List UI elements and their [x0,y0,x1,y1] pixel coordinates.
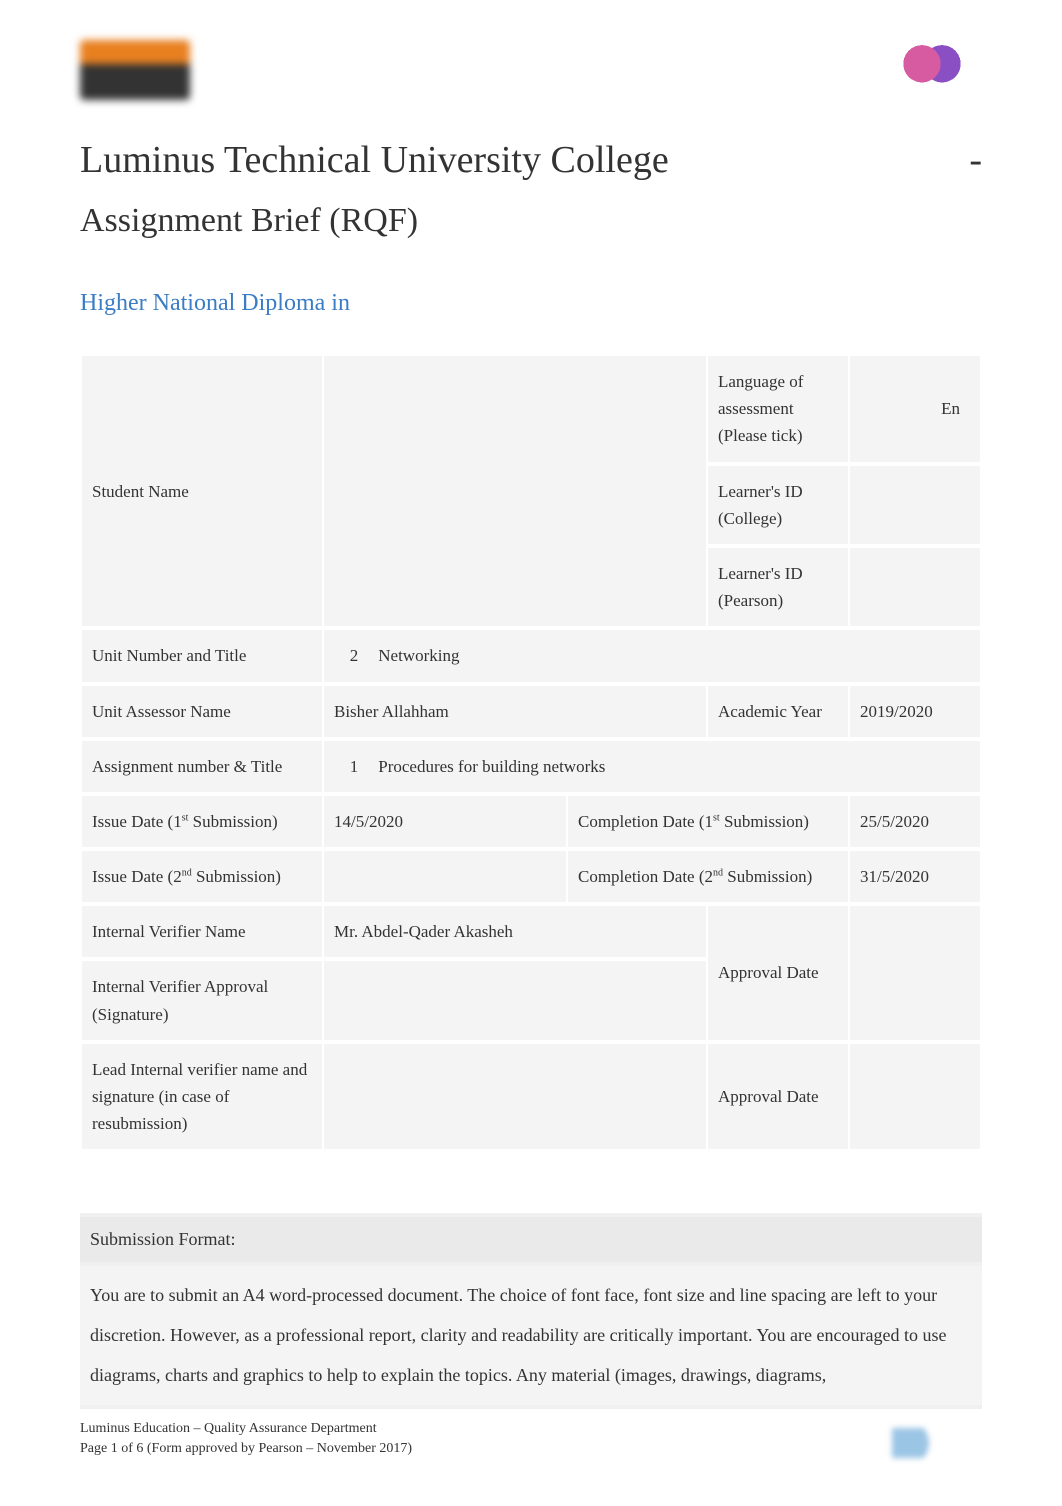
btec-logo [80,40,190,100]
main-title: Luminus Technical University College [80,138,669,182]
issue-date-1-label: Issue Date (1st Submission) [82,796,322,847]
diploma-line: Higher National Diploma in [80,290,982,317]
footer-line-1: Luminus Education – Quality Assurance De… [80,1419,412,1439]
language-label: Language of assessment (Please tick) [708,356,848,462]
lead-verifier-label: Lead Internal verifier name and signatur… [82,1044,322,1150]
issue-date-2-label: Issue Date (2nd Submission) [82,851,322,902]
internal-verifier-value: Mr. Abdel-Qader Akasheh [324,906,706,957]
academic-year-label: Academic Year [708,686,848,737]
unit-number-title-label: Unit Number and Title [82,630,322,681]
subtitle: Assignment Brief (RQF) [80,202,982,240]
learner-id-pearson-label: Learner's ID (Pearson) [708,548,848,626]
approval-date-label-2: Approval Date [708,1044,848,1150]
language-value: En [850,356,980,462]
approval-date-label: Approval Date [708,906,848,1040]
footer: Luminus Education – Quality Assurance De… [80,1419,982,1458]
submission-section: Submission Format: You are to submit an … [80,1213,982,1409]
completion-date-2-value: 31/5/2020 [850,851,980,902]
footer-line-2: Page 1 of 6 (Form approved by Pearson – … [80,1439,412,1459]
institution-logo [882,40,982,108]
completion-date-2-label: Completion Date (2nd Submission) [568,851,848,902]
issue-date-2-value [324,851,566,902]
learner-id-college-label: Learner's ID (College) [708,466,848,544]
unit-number-title-value: 2 Networking [324,630,980,681]
internal-verifier-approval-value [324,961,706,1039]
assignment-number-value: 1 Procedures for building networks [324,741,980,792]
internal-verifier-label: Internal Verifier Name [82,906,322,957]
internal-verifier-approval-label: Internal Verifier Approval (Signature) [82,961,322,1039]
learner-id-college-value [850,466,980,544]
student-name-label: Student Name [82,356,322,626]
completion-date-1-label: Completion Date (1st Submission) [568,796,848,847]
assignment-data-table: Student Name Language of assessment (Ple… [80,352,982,1153]
approval-date-value [850,906,980,1040]
lead-verifier-value [324,1044,706,1150]
unit-assessor-label: Unit Assessor Name [82,686,322,737]
completion-date-1-value: 25/5/2020 [850,796,980,847]
student-name-value [324,356,706,626]
submission-body: You are to submit an A4 word-processed d… [80,1266,982,1405]
academic-year-value: 2019/2020 [850,686,980,737]
submission-header: Submission Format: [80,1217,982,1262]
assignment-number-label: Assignment number & Title [82,741,322,792]
title-dash: - [969,138,982,182]
learner-id-pearson-value [850,548,980,626]
unit-assessor-value: Bisher Allahham [324,686,706,737]
pearson-logo [892,1428,982,1458]
issue-date-1-value: 14/5/2020 [324,796,566,847]
approval-date-value-2 [850,1044,980,1150]
